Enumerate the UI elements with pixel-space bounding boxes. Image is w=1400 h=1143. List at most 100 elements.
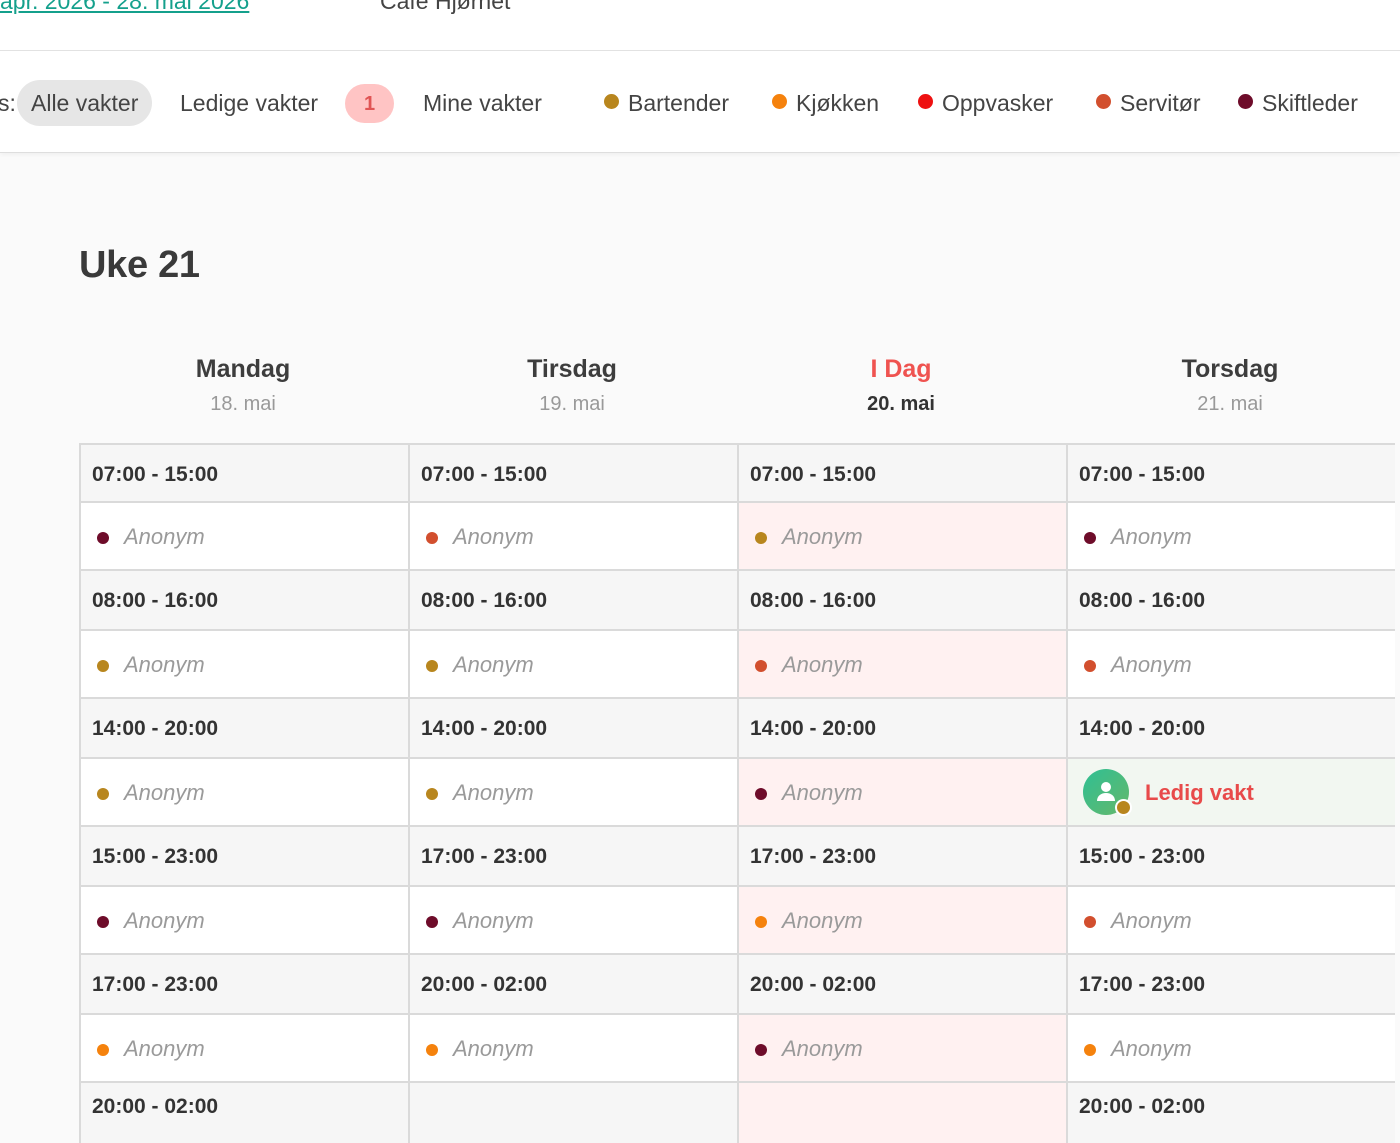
shift-time: 17:00 - 23:00	[1066, 955, 1395, 1015]
shift-time-cell	[408, 1083, 737, 1143]
period-range-link[interactable]: apr. 2026 - 28. mai 2026	[0, 0, 249, 15]
shift-cell[interactable]: Anonym	[408, 1015, 737, 1083]
employee-name: Anonym	[124, 908, 205, 933]
role-label: Servitør	[1120, 90, 1201, 116]
shift-time: 20:00 - 02:00	[1079, 1095, 1206, 1118]
role-color-dot	[755, 660, 767, 672]
filter-bar: s: Alle vakter Ledige vakter 1 Mine vakt…	[0, 51, 1400, 153]
shift-time: 14:00 - 20:00	[79, 699, 408, 759]
shift-time-row: 08:00 - 16:00 08:00 - 16:00 08:00 - 16:00 0…	[79, 571, 1400, 631]
employee-name: Anonym	[782, 1036, 863, 1061]
employee-name: Anonym	[124, 1036, 205, 1061]
shift-cell[interactable]: Anonym	[737, 503, 1066, 571]
shift-time-row: 17:00 - 23:00 20:00 - 02:00 20:00 - 02:00 1…	[79, 955, 1400, 1015]
week-title: Uke 21	[79, 244, 200, 286]
day-date: 20. mai	[867, 393, 935, 415]
shift-time-cell	[737, 1083, 1066, 1143]
role-filter-kitchen[interactable]: Kjøkken	[772, 80, 879, 126]
shift-cell[interactable]: Anonym	[1066, 631, 1395, 699]
shift-time: 17:00 - 23:00	[737, 827, 1066, 887]
tab-my-shifts[interactable]: Mine vakter	[423, 80, 542, 126]
employee-name: Anonym	[1111, 524, 1192, 549]
shift-cell[interactable]: Anonym	[408, 503, 737, 571]
shift-time: 08:00 - 16:00	[408, 571, 737, 631]
shift-time: 07:00 - 15:00	[79, 443, 408, 503]
location-name: Café Hjørnet	[380, 0, 511, 14]
role-filter-dishwasher[interactable]: Oppvasker	[918, 80, 1053, 126]
shift-employee-row: Anonym Anonym Anonym Anonym	[79, 631, 1400, 699]
shift-employee-row: Anonym Anonym Anonym Anonym	[79, 503, 1400, 571]
shift-cell[interactable]: Anonym	[79, 887, 408, 955]
tab-all-shifts[interactable]: Alle vakter	[17, 80, 153, 126]
employee-name: Anonym	[124, 652, 205, 677]
shift-time: 07:00 - 15:00	[737, 443, 1066, 503]
role-color-dot	[1084, 660, 1096, 672]
role-color-dot	[97, 532, 109, 544]
tab-open-shifts[interactable]: Ledige vakter	[180, 80, 318, 126]
role-color-dot	[426, 1044, 438, 1056]
role-filter-shift-lead[interactable]: Skiftleder	[1238, 80, 1358, 126]
user-icon	[1097, 782, 1115, 801]
shift-cell[interactable]: Anonym	[737, 631, 1066, 699]
day-name: Mandag	[195, 355, 291, 383]
role-color-dot	[772, 94, 787, 109]
role-label: Skiftleder	[1262, 90, 1358, 116]
role-color-dot	[1084, 1044, 1096, 1056]
day-header: I Dag 20. mai	[737, 353, 1065, 417]
day-name: Tirsdag	[527, 355, 617, 383]
role-color-dot	[1115, 799, 1132, 816]
shift-time: 07:00 - 15:00	[408, 443, 737, 503]
shift-cell[interactable]: Anonym	[1066, 1015, 1395, 1083]
shift-cell[interactable]: Anonym	[408, 759, 737, 827]
role-label: Bartender	[628, 90, 730, 116]
shift-cell[interactable]: Anonym	[408, 887, 737, 955]
shift-time-cell: 20:00 - 02:00	[1066, 1083, 1395, 1143]
shift-cell[interactable]: Anonym	[79, 503, 408, 571]
shift-grid: 07:00 - 15:00 07:00 - 15:00 07:00 - 15:00 0…	[79, 443, 1400, 1143]
shift-cell[interactable]: Anonym	[79, 759, 408, 827]
shift-cell[interactable]: Anonym	[1066, 503, 1395, 571]
day-date: 18. mai	[210, 393, 276, 415]
employee-name: Anonym	[1111, 652, 1192, 677]
employee-name: Anonym	[782, 908, 863, 933]
role-color-dot	[1084, 532, 1096, 544]
shift-time-row: 14:00 - 20:00 14:00 - 20:00 14:00 - 20:00 1…	[79, 699, 1400, 759]
shift-time: 08:00 - 16:00	[79, 571, 408, 631]
role-color-dot	[426, 660, 438, 672]
employee-name: Anonym	[453, 524, 534, 549]
role-color-dot	[604, 94, 619, 109]
role-color-dot	[755, 1044, 767, 1056]
role-color-dot	[97, 1044, 109, 1056]
shift-cell[interactable]: Anonym	[737, 1015, 1066, 1083]
shift-time: 15:00 - 23:00	[1066, 827, 1395, 887]
shift-cell[interactable]: Anonym	[408, 631, 737, 699]
role-filter-waiter[interactable]: Servitør	[1096, 80, 1201, 126]
employee-name: Anonym	[782, 780, 863, 805]
shift-cell[interactable]: Anonym	[1066, 887, 1395, 955]
shift-time: 20:00 - 02:00	[92, 1095, 219, 1118]
role-color-dot	[1084, 916, 1096, 928]
shift-time: 14:00 - 20:00	[1066, 699, 1395, 759]
role-color-dot	[755, 916, 767, 928]
day-header: Mandag 18. mai	[79, 353, 407, 417]
shift-cell[interactable]: Anonym	[79, 631, 408, 699]
role-color-dot	[426, 532, 438, 544]
open-shifts-count-badge: 1	[345, 84, 394, 123]
shift-employee-row: Anonym Anonym Anonym Anonym	[79, 1015, 1400, 1083]
role-color-dot	[426, 788, 438, 800]
shift-time-row: 20:00 - 02:00 20:00 - 02:00	[79, 1083, 1400, 1143]
shift-cell[interactable]: Anonym	[79, 1015, 408, 1083]
day-name: I Dag	[870, 355, 932, 383]
role-filter-bartender[interactable]: Bartender	[604, 80, 729, 126]
day-header: Tirsdag 19. mai	[408, 353, 736, 417]
role-color-dot	[755, 532, 767, 544]
shift-time: 20:00 - 02:00	[737, 955, 1066, 1015]
shift-cell[interactable]: Anonym	[737, 887, 1066, 955]
shift-time: 17:00 - 23:00	[79, 955, 408, 1015]
role-color-dot	[426, 916, 438, 928]
open-shift-cell[interactable]: Ledig vakt	[1066, 759, 1395, 827]
employee-name: Anonym	[1111, 1036, 1192, 1061]
top-header: apr. 2026 - 28. mai 2026 Café Hjørnet	[0, 0, 1400, 51]
employee-name: Anonym	[124, 524, 205, 549]
shift-cell[interactable]: Anonym	[737, 759, 1066, 827]
